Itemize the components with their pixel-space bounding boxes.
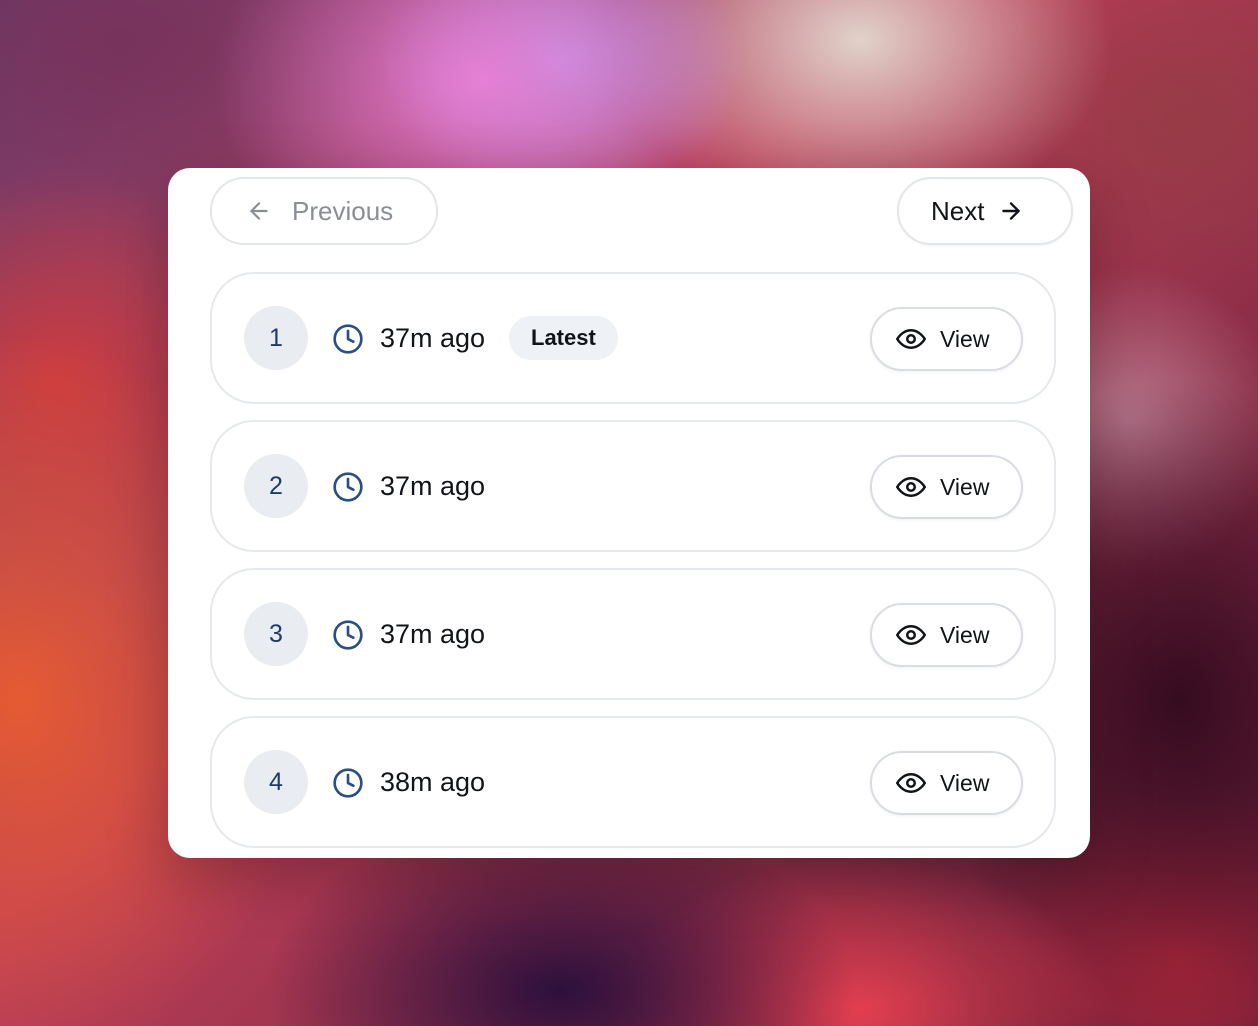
view-label: View [940, 473, 990, 500]
clock-icon [332, 619, 364, 651]
version-time: 38m ago [380, 767, 486, 797]
view-label: View [940, 325, 990, 352]
version-row: 1 37m ago Latest View [210, 272, 1056, 404]
eye-icon [896, 472, 926, 502]
version-history-panel: Previous Next 1 37m ago Latest View 2 37… [168, 168, 1090, 858]
version-number-badge: 4 [244, 750, 308, 814]
next-label: Next [931, 195, 985, 226]
view-button[interactable]: View [870, 751, 1023, 815]
clock-icon [332, 323, 364, 355]
eye-icon [896, 768, 926, 798]
version-row: 2 37m ago View [210, 420, 1056, 552]
view-button[interactable]: View [870, 307, 1023, 371]
clock-icon [332, 767, 364, 799]
version-row: 3 37m ago View [210, 568, 1056, 700]
version-time: 37m ago [380, 471, 486, 501]
eye-icon [896, 324, 926, 354]
clock-icon [332, 471, 364, 503]
latest-badge: Latest [509, 316, 618, 360]
eye-icon [896, 620, 926, 650]
version-time: 37m ago [380, 619, 486, 649]
version-number-badge: 2 [244, 454, 308, 518]
arrow-left-icon [246, 198, 272, 224]
version-row: 4 38m ago View [210, 716, 1056, 848]
next-button[interactable]: Next [897, 177, 1073, 245]
previous-button[interactable]: Previous [210, 177, 438, 245]
previous-label: Previous [292, 195, 394, 226]
version-time: 37m ago [380, 323, 486, 353]
view-button[interactable]: View [870, 455, 1023, 519]
view-label: View [940, 621, 990, 648]
version-number-badge: 3 [244, 602, 308, 666]
arrow-right-icon [998, 198, 1024, 224]
view-label: View [940, 769, 990, 796]
view-button[interactable]: View [870, 603, 1023, 667]
version-number-badge: 1 [244, 306, 308, 370]
